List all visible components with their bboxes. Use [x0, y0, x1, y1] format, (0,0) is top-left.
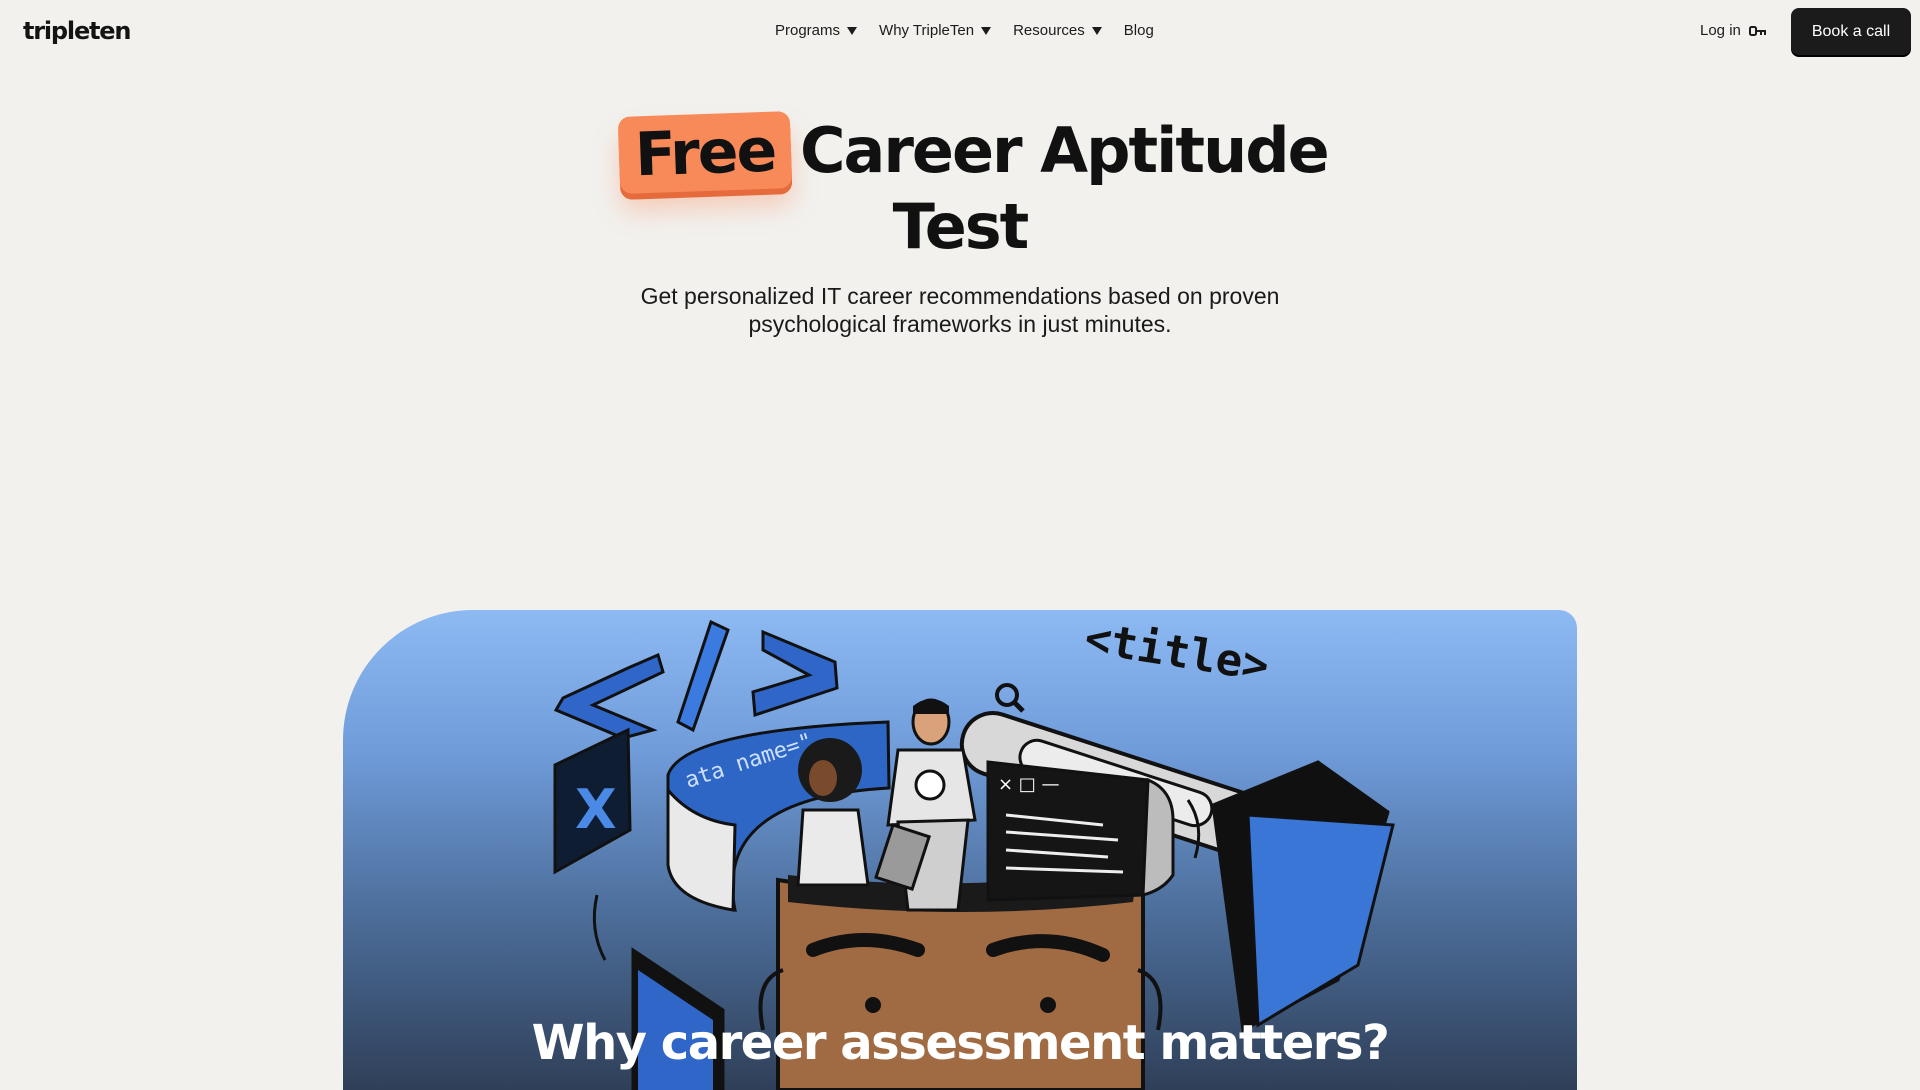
tripleten-logo[interactable]: tripleten [23, 17, 131, 45]
nav-blog-label: Blog [1123, 22, 1154, 39]
hero-subtitle: Get personalized IT career recommendatio… [560, 282, 1360, 338]
key-icon [1748, 25, 1767, 37]
section-heading: Why career assessment matters? [531, 1015, 1390, 1071]
svg-text:× □ —: × □ — [998, 774, 1060, 795]
svg-text:X: X [575, 778, 617, 841]
nav-programs[interactable]: Programs [775, 22, 858, 39]
nav-programs-label: Programs [775, 22, 841, 39]
main-nav: Programs Why TripleTen Resources Blog [775, 22, 1176, 39]
page-title-line1: Career Aptitude [800, 114, 1330, 187]
close-icon: X [553, 727, 632, 875]
subtitle-line2: psychological frameworks in just minutes… [748, 311, 1172, 337]
login-link[interactable]: Log in [1700, 22, 1767, 39]
folder-icon [1211, 760, 1395, 1033]
nav-why-tripleten[interactable]: Why TripleTen [879, 22, 992, 39]
nav-resources-label: Resources [1013, 22, 1085, 39]
free-badge: Free [617, 111, 793, 194]
chevron-down-icon [847, 26, 858, 35]
nav-blog[interactable]: Blog [1124, 22, 1154, 39]
nav-resources[interactable]: Resources [1013, 22, 1102, 39]
book-a-call-button[interactable]: Book a call [1791, 8, 1911, 55]
chevron-down-icon [1091, 26, 1102, 35]
nav-why-label: Why TripleTen [879, 22, 975, 39]
login-label: Log in [1700, 22, 1741, 39]
free-badge-label: Free [633, 115, 777, 190]
page-title-line2: Test [892, 190, 1030, 263]
subtitle-line1: Get personalized IT career recommendatio… [640, 283, 1280, 309]
terminal-window-graphic: × □ — [986, 760, 1175, 902]
chevron-down-icon [981, 26, 992, 35]
code-brackets-icon [553, 619, 839, 740]
title-tag-text: <title> [1081, 612, 1272, 691]
